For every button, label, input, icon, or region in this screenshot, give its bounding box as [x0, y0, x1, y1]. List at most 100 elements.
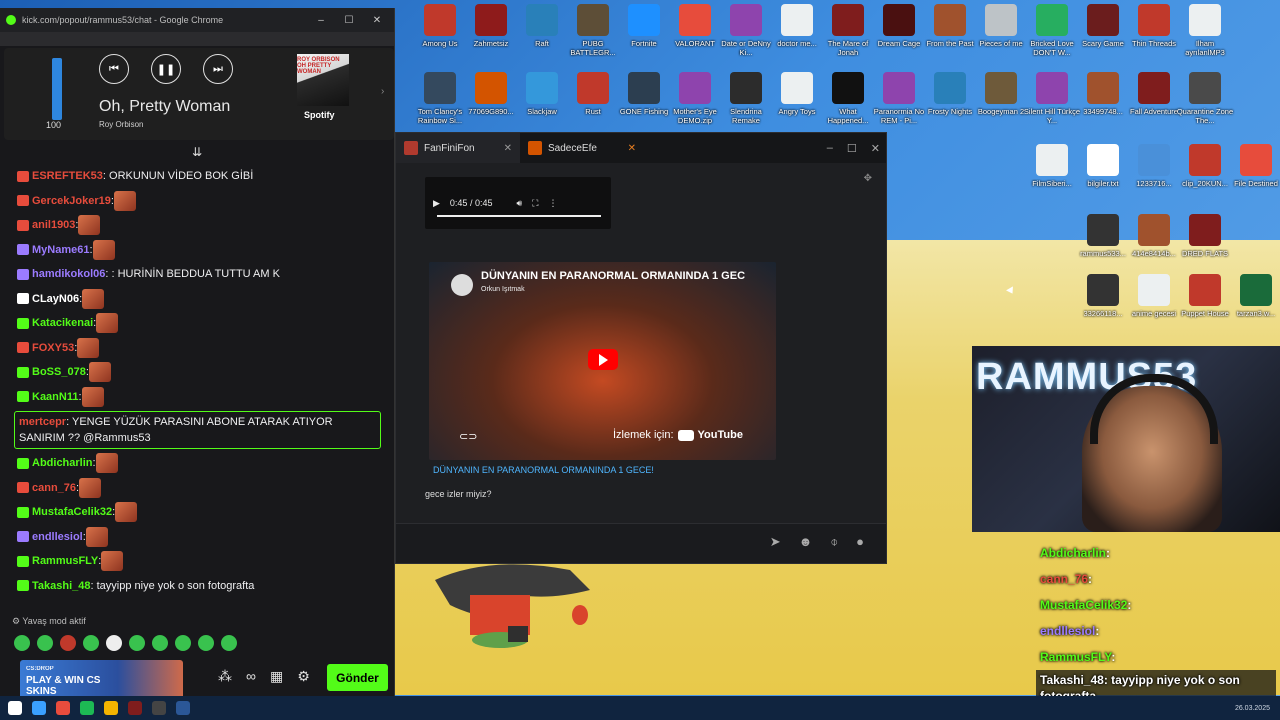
emote-button[interactable] [152, 635, 168, 651]
desktop-shortcut-icon[interactable]: tarzan3.w... [1226, 274, 1280, 336]
close-tab-icon[interactable]: ✕ [504, 143, 512, 154]
chevron-right-icon[interactable]: › [381, 86, 384, 97]
users-icon[interactable]: ⁂ [218, 668, 232, 685]
chat-message: cann_76: [0, 476, 395, 501]
desktop-shortcut-icon[interactable]: File Destined [1226, 144, 1280, 206]
chat-username[interactable]: hamdikokol06 [32, 268, 105, 280]
volume-icon[interactable]: 🔊︎ [516, 198, 522, 209]
chat-username[interactable]: Abdicharlin [32, 457, 93, 469]
pause-button[interactable]: ❚❚ [151, 54, 181, 84]
chat-username[interactable]: BoSS_078 [32, 366, 86, 378]
user-badge-icon [17, 482, 29, 494]
emote-button[interactable] [60, 635, 76, 651]
taskbar-app-icon[interactable] [56, 701, 70, 715]
more-options-icon[interactable]: ⋮ [548, 198, 557, 209]
chat-username[interactable]: FOXY53 [32, 342, 74, 354]
taskbar-app-icon[interactable] [32, 701, 46, 715]
minimize-button[interactable]: – [310, 15, 332, 26]
microphone-icon[interactable]: ● [856, 534, 864, 550]
app-icon [628, 4, 660, 36]
emote-button[interactable] [129, 635, 145, 651]
chat-message: Takashi_48: tayyipp niye yok o son fotog… [0, 574, 395, 599]
minimize-button[interactable]: – [827, 142, 833, 155]
chat-messages: ESREFTEK53: ORKUNUN VİDEO BOK GİBİ Gercek… [0, 164, 395, 598]
overlay-chat-line: RammusFLY: [1036, 644, 1276, 670]
previous-track-button[interactable]: ⏮ [99, 54, 129, 84]
taskbar-app-icon[interactable] [152, 701, 166, 715]
youtube-embed[interactable]: DÜNYANIN EN PARANORMAL ORMANINDA 1 GEC O… [429, 262, 776, 460]
maximize-button[interactable]: ☐ [338, 15, 360, 26]
app-icon [679, 4, 711, 36]
emote-button[interactable] [14, 635, 30, 651]
close-button[interactable]: ✕ [871, 142, 880, 155]
app-icon [1138, 4, 1170, 36]
emote-icon [115, 502, 138, 523]
pin-icon[interactable]: ⇊ [192, 145, 202, 159]
close-tab-icon[interactable]: ✕ [628, 143, 636, 154]
fullscreen-icon[interactable]: ⛶ [532, 198, 538, 209]
chat-username[interactable]: cann_76 [32, 482, 76, 494]
watch-on-youtube[interactable]: İzlemek için: YouTube [613, 429, 743, 441]
overlay-chat-line: MustafaCelik32: [1036, 592, 1276, 618]
steam-taskbar-icon[interactable] [176, 701, 190, 715]
desktop-shortcut-label: Quarantine Zone The... [1176, 107, 1234, 125]
tab-fanfinifon[interactable]: FanFiniFon ✕ [396, 133, 520, 163]
user-badge-icon [17, 457, 29, 469]
slow-mode-notice: ⚙ Yavaş mod aktif [12, 616, 86, 626]
chat-username[interactable]: MyName61 [32, 244, 89, 256]
desktop-shortcut-icon[interactable]: Quarantine Zone The... [1175, 72, 1235, 134]
chat-username[interactable]: GercekJoker19 [32, 195, 111, 207]
audio-progress-bar[interactable] [437, 215, 601, 217]
chat-username[interactable]: Katacikenai [32, 317, 93, 329]
settings-icon[interactable]: ⚙ [297, 668, 310, 685]
windows-start-icon[interactable] [8, 701, 22, 715]
overlay-chat-line: endllesiol: [1036, 618, 1276, 644]
taskbar-app-icon[interactable] [128, 701, 142, 715]
emote-button[interactable] [37, 635, 53, 651]
attachment-icon[interactable]: ⌽ [830, 534, 838, 550]
emote-button[interactable] [175, 635, 191, 651]
send-icon[interactable]: ➤ [770, 534, 781, 550]
volume-slider[interactable] [52, 58, 62, 120]
chrome-taskbar-icon[interactable] [104, 701, 118, 715]
chat-username[interactable]: CLayN06 [32, 293, 79, 305]
emote-icon [78, 215, 101, 236]
emote-icon [101, 551, 124, 572]
chat-username[interactable]: endllesiol [32, 531, 83, 543]
spotify-taskbar-icon[interactable] [80, 701, 94, 715]
link-icon[interactable]: ⊂⊃ [459, 430, 477, 443]
desktop-shortcut-icon[interactable]: DRED FLATS [1175, 214, 1235, 276]
taskbar-clock[interactable]: 26.03.2025 [1235, 704, 1280, 713]
desktop-shortcut-icon[interactable]: Ilham ayrılanlMP3 [1175, 4, 1235, 66]
highlighted-message: mertcepr: YENGE YÜZÜK PARASINI ABONE ATA… [14, 411, 381, 449]
emote-button[interactable] [106, 635, 122, 651]
video-link[interactable]: DÜNYANIN EN PARANORMAL ORMANINDA 1 GECE! [433, 465, 654, 475]
app-icon [934, 72, 966, 104]
send-button[interactable]: Gönder [327, 664, 388, 691]
message-input[interactable]: ➤ ☻ ⌽ ● [396, 523, 886, 563]
emote-button[interactable] [198, 635, 214, 651]
next-track-button[interactable]: ⏭ [203, 54, 233, 84]
chat-text: : tayyipp niye yok o son fotografta [90, 579, 255, 592]
chat-username[interactable]: RammusFLY [32, 555, 98, 567]
emote-button[interactable] [83, 635, 99, 651]
youtube-play-button[interactable] [588, 349, 618, 370]
chat-username[interactable]: anil1903 [32, 219, 75, 231]
desktop-shortcut-label: Ilham ayrılanlMP3 [1185, 39, 1225, 57]
maximize-button[interactable]: ☐ [847, 142, 857, 155]
chat-username[interactable]: Takashi_48 [32, 580, 91, 592]
emote-icon [95, 453, 118, 474]
tab-sadeceefe[interactable]: SadeceEfe ✕ [520, 133, 644, 163]
store-icon[interactable]: ▦ [270, 668, 283, 685]
play-icon[interactable]: ▶ [433, 198, 440, 209]
chat-username[interactable]: KaanN11 [32, 391, 78, 403]
emote-button[interactable] [221, 635, 237, 651]
spotify-mini-player: 100 ⏮ ❚❚ ⏭ Oh, Pretty Woman Roy Orbison … [4, 48, 394, 140]
emoji-icon[interactable]: ☻ [799, 534, 813, 550]
infinity-icon[interactable]: ∞ [246, 668, 256, 685]
close-button[interactable]: ✕ [366, 15, 388, 26]
chat-username[interactable]: ESREFTEK53 [32, 170, 103, 182]
chat-username[interactable]: mertcepr [19, 416, 66, 428]
chat-username[interactable]: MustafaCelik32 [32, 506, 112, 518]
chat-message: ESREFTEK53: ORKUNUN VİDEO BOK GİBİ [0, 164, 395, 189]
